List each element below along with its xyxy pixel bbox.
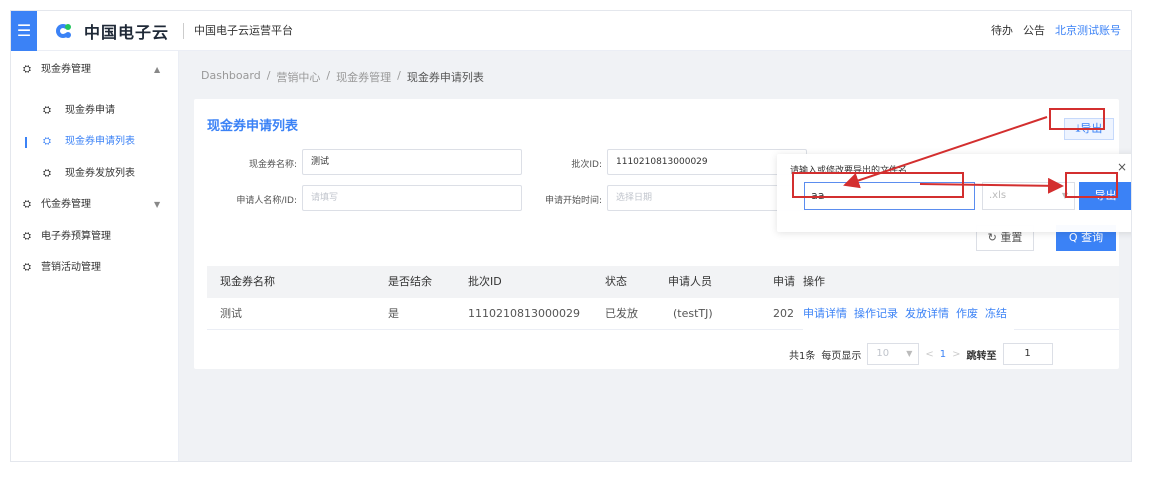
chevron-up-icon: ▲ — [154, 65, 161, 74]
active-indicator — [25, 137, 27, 148]
sidebar-item-cash-coupon-apply[interactable]: ⛭ 现金券申请 — [11, 101, 179, 121]
cell-balance: 是 — [388, 307, 399, 320]
cell-ops: 申请详情 操作记录 发放详情 作废 冻结 — [803, 298, 1014, 330]
sidebar: ⛭ 现金券管理 ▲ ⛭ 现金券申请 ⛭ 现金券申请列表 ⛭ 现金券发放列表 ⛭ … — [11, 51, 179, 461]
platform-name: 中国电子云运营平台 — [183, 23, 293, 39]
sidebar-item-budget-mgmt[interactable]: ⛭ 电子券预算管理 — [11, 227, 179, 247]
breadcrumb-marketing[interactable]: 营销中心 — [276, 69, 320, 85]
cell-batch-id: 1110210813000029 — [468, 307, 580, 320]
apply-detail-link[interactable]: 申请详情 — [803, 307, 847, 320]
breadcrumb-current: 现金券申请列表 — [406, 71, 484, 84]
breadcrumb: Dashboard / 营销中心 / 现金券管理 / 现金券申请列表 — [201, 69, 484, 85]
breadcrumb-sep: / — [326, 69, 331, 82]
todo-link[interactable]: 待办 — [991, 23, 1013, 39]
gauge-icon: ⛭ — [23, 231, 31, 242]
name-filter-label: 现金券名称: — [248, 160, 297, 170]
logo-text: 中国电子云 — [84, 23, 170, 42]
logo-mark-icon — [56, 22, 78, 40]
annotation-highlight-dialog-export — [1065, 172, 1118, 198]
page-title: 现金券申请列表 — [207, 119, 299, 134]
breadcrumb-sep: / — [397, 69, 401, 82]
gauge-icon: ⛭ — [23, 199, 31, 210]
close-icon[interactable]: × — [1117, 160, 1127, 174]
cell-apply-time: 202 — [773, 307, 794, 320]
col-ops: 操作 — [803, 275, 825, 288]
applicant-filter-label: 申请人名称/ID: — [236, 196, 297, 206]
gauge-icon: ⛭ — [43, 105, 51, 116]
table-row: 测试 是 1110210813000029 已发放 (testTJ) 202 申… — [207, 298, 1119, 330]
breadcrumb-dashboard[interactable]: Dashboard — [201, 69, 261, 85]
sidebar-item-cash-coupon-mgmt[interactable]: ⛭ 现金券管理 ▲ — [11, 60, 179, 80]
current-page[interactable]: 1 — [940, 349, 946, 360]
main-card: 现金券申请列表 ⤓导出 现金券名称: 测试 批次ID: 111021081300… — [194, 99, 1119, 369]
table-header: 现金券名称 是否结余 批次ID 状态 申请人员 申请 操作 — [207, 266, 1119, 298]
chevron-down-icon: ▼ — [154, 200, 161, 209]
jump-input[interactable]: 1 — [1002, 343, 1053, 365]
cell-applicant: (testTJ) — [673, 307, 713, 320]
freeze-link[interactable]: 冻结 — [985, 307, 1007, 320]
annotation-highlight-input — [792, 172, 964, 198]
col-applicant: 申请人员 — [668, 275, 712, 288]
sidebar-item-cash-coupon-apply-list[interactable]: ⛭ 现金券申请列表 — [11, 132, 179, 152]
col-name: 现金券名称 — [220, 275, 275, 288]
gauge-icon: ⛭ — [43, 136, 51, 147]
sidebar-item-marketing-mgmt[interactable]: ⛭ 营销活动管理 — [11, 258, 179, 278]
gauge-icon: ⛭ — [43, 168, 51, 179]
chevron-down-icon: ▼ — [906, 349, 913, 358]
per-page-label: 每页显示 — [821, 350, 862, 362]
per-page-select[interactable]: 10 ▼ — [867, 343, 920, 365]
col-status: 状态 — [605, 275, 627, 288]
annotation-highlight-export — [1049, 108, 1105, 130]
applicant-filter-input[interactable]: 请填写 — [302, 185, 522, 211]
name-filter-input[interactable]: 测试 — [302, 149, 522, 175]
op-record-link[interactable]: 操作记录 — [854, 307, 898, 320]
prev-page-icon[interactable]: < — [925, 349, 933, 360]
sidebar-item-voucher-mgmt[interactable]: ⛭ 代金券管理 ▼ — [11, 195, 179, 215]
col-batch-id: 批次ID — [468, 275, 502, 288]
col-apply-time: 申请 — [773, 275, 795, 288]
notice-link[interactable]: 公告 — [1023, 23, 1045, 39]
pagination: 共1条 每页显示 10 ▼ < 1 > 跳转至 1 — [789, 343, 1053, 365]
gauge-icon: ⛭ — [23, 262, 31, 273]
extension-select[interactable]: .xls ▼ — [982, 182, 1075, 210]
batch-id-label: 批次ID: — [571, 160, 602, 170]
cell-status: 已发放 — [605, 307, 638, 320]
menu-icon[interactable]: ☰ — [11, 11, 37, 51]
total-count: 共1条 — [789, 350, 816, 362]
breadcrumb-sep: / — [266, 69, 271, 82]
cell-name: 测试 — [220, 307, 242, 320]
app-window: ☰ 中国电子云 中国电子云运营平台 待办 公告 北京测试账号 ⛭ 现金券管理 ▲… — [10, 10, 1132, 462]
top-bar: ☰ 中国电子云 中国电子云运营平台 待办 公告 北京测试账号 — [11, 11, 1131, 51]
col-balance: 是否结余 — [388, 275, 432, 288]
start-time-label: 申请开始时间: — [544, 196, 602, 206]
jump-label: 跳转至 — [966, 350, 997, 362]
account-link[interactable]: 北京测试账号 — [1055, 23, 1121, 39]
logo: 中国电子云 — [56, 20, 169, 42]
gauge-icon: ⛭ — [23, 64, 31, 75]
void-link[interactable]: 作废 — [956, 307, 978, 320]
sidebar-item-cash-coupon-issue-list[interactable]: ⛭ 现金券发放列表 — [11, 164, 179, 184]
next-page-icon[interactable]: > — [952, 349, 960, 360]
issue-detail-link[interactable]: 发放详情 — [905, 307, 949, 320]
breadcrumb-cash-coupon[interactable]: 现金券管理 — [336, 69, 391, 85]
